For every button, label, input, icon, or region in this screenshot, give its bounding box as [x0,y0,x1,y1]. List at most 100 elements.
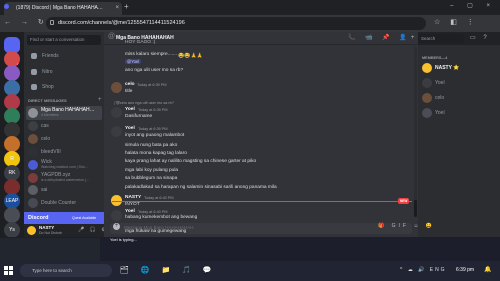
message-line: simula nung bata pa ako [125,143,178,148]
dm-item[interactable]: bleedVIII [26,145,102,159]
create-dm-button[interactable]: + [98,97,102,103]
new-tab-button[interactable]: + [124,2,129,11]
message-line: INYOT [125,202,140,207]
reply-preview[interactable]: @celo ano nga ulit user mo sa rb? [116,101,174,105]
server-icon[interactable]: Ys [4,221,20,238]
dm-section-header: DIRECT MESSAGES [28,98,67,103]
notification-bell-icon[interactable]: 🔔 [484,266,491,273]
friends-icon [31,53,37,59]
member-item[interactable]: Yoel [420,76,498,90]
emoji-reaction-text: 😂😂🙏🙏 [178,53,203,59]
avatar[interactable] [111,126,122,137]
typing-indicator: Yoel is typing... [110,237,137,242]
attach-plus-icon[interactable]: + [113,223,120,230]
dm-at-icon: @ [108,33,116,40]
address-bar[interactable]: discord.com/channels/@me/125554711441152… [46,17,426,30]
window-controls[interactable]: – ▢ × [450,2,496,9]
tab-close-icon[interactable]: × [115,2,119,15]
avatar[interactable] [111,107,122,118]
member-name: celo [435,95,445,101]
lock-icon[interactable] [50,20,54,25]
user-avatar[interactable] [27,226,36,235]
server-icon-label: R [10,155,14,162]
new-messages-divider [112,201,412,202]
server-icon-label: LEAP [5,198,19,205]
message-line: sa bubblegum na sinapa [125,176,178,181]
message-author[interactable]: Yoel [125,107,135,112]
avatar[interactable] [111,82,122,93]
dm-item[interactable]: YAGPDB.xyz is a dehydrated watermelon (… [26,171,102,185]
message-timestamp: Today at 6:40 PM [138,210,168,214]
dm-name: sai [41,187,48,194]
member-name: Yoel [435,80,445,86]
new-badge: NEW [398,198,410,204]
message-line: habang kumekembot ang bewang [125,215,198,220]
dm-item[interactable]: Wick Watching wickbot.com | Sho… [26,158,102,172]
message-author[interactable]: celo [125,82,135,87]
chat-scrollbar[interactable] [414,47,417,217]
quest-text: Quest Available [72,216,97,220]
message-author[interactable]: NASTY [125,195,141,200]
nitro-icon [31,69,37,75]
windows-start-icon[interactable] [4,266,14,276]
taskbar-search-input[interactable]: Type here to search [20,264,112,277]
find-conversation-input[interactable]: Find or start a conversation [27,35,101,45]
call-video-pin-adduser-icons[interactable]: 📞 📹 📌 👤+ [348,34,418,41]
user-status: Do Not Disturb [39,231,62,235]
avatar [28,146,38,157]
user-mention[interactable]: @Yoel [125,59,142,64]
message-line: kaya prang lahat ay nalilito magsting sa… [125,159,257,164]
discord-logo: Discord [28,215,49,221]
avatar [28,198,38,209]
member-list-header: MEMBERS—4 [422,56,448,60]
nav-shop-label: Shop [42,84,54,90]
message-author[interactable]: Yoel [125,126,135,131]
shop-icon [31,84,37,90]
dm-item[interactable]: celo [26,132,102,146]
avatar [28,108,38,118]
dm-item[interactable]: Mga Bano HAHAHAH… 4 Members [26,106,102,120]
message-line: inyot ang puaong malambot [125,133,185,138]
avatar [28,159,38,170]
avatar[interactable] [111,210,122,221]
message-line: mga labi koy pulang pula [125,168,179,173]
taskbar-app-icons[interactable]: 🗂 🌐 📁 🎵 💬 [120,266,217,274]
avatar [422,93,432,103]
browser-extension-icons[interactable]: ☆ ◧ ⋮ [434,18,478,26]
nav-nitro-label: Nitro [42,69,53,75]
nav-nitro[interactable]: Nitro [28,66,100,78]
nav-friends[interactable]: Friends [28,50,100,62]
composer-icons[interactable]: 🎁 GIF ☺ 😀 [378,223,435,229]
dm-name: celo [41,135,51,142]
dm-item[interactable]: sai [26,183,102,197]
dm-item[interactable]: cas [26,119,102,133]
message-line: palakadlakad sa harapan ng salamin sinas… [125,185,277,190]
discord-favicon-icon [4,4,9,9]
dm-item[interactable]: Double Counter [26,196,102,210]
browser-nav-icons[interactable]: ← → ↻ [4,18,48,26]
inbox-help-icons[interactable]: ▭ ? [470,34,490,41]
nav-shop[interactable]: Shop [28,81,100,93]
avatar [28,185,38,196]
message-line: miss kalaro siempre....... [125,52,177,57]
server-icon-label: Ys [9,226,15,233]
message-line: HOY GAGO :( [125,40,156,45]
member-item[interactable]: NASTY ⭐ [420,61,498,75]
browser-tab[interactable]: (1879) Discord | Mga Bano HAHAHA… × [4,2,122,15]
dm-name: cas [41,122,49,129]
avatar [422,78,432,88]
chat-scroll-thumb[interactable] [414,200,417,217]
clock[interactable]: 6:39 pm [456,267,474,273]
search-input[interactable]: Search [418,34,464,43]
avatar [28,120,38,131]
member-item[interactable]: Yoel [420,106,498,120]
message-line: halata mona kapag tag lalaro [125,151,187,156]
message-author[interactable]: Yoel [125,209,135,214]
member-item[interactable]: celo [420,91,498,105]
system-tray-icons[interactable]: ^ ☁ 🔊 ENG [400,267,447,273]
message-timestamp: Today at 6:39 PM [137,83,167,87]
avatar [28,133,38,144]
dm-subtext: is a dehydrated watermelon (… [41,177,90,182]
dm-subtext: Watching wickbot.com | Sho… [41,164,89,169]
message-line: ano nga ulit user mo sa rb? [125,68,184,73]
